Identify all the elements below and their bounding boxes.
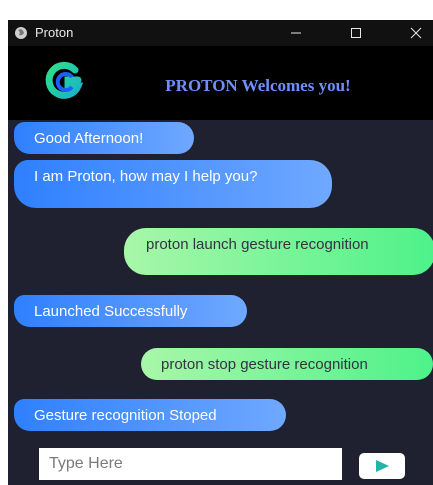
bot-message: Launched Successfully <box>14 295 247 327</box>
welcome-heading: PROTON Welcomes you! <box>165 76 351 95</box>
bot-message: Good Afternoon! <box>14 122 194 154</box>
input-bar <box>8 445 433 485</box>
app-window: Proton PROTON Welcomes you! Good Afterno… <box>8 20 433 485</box>
window-title: Proton <box>35 25 74 40</box>
title-bar[interactable]: Proton <box>8 20 433 46</box>
proton-logo-icon <box>45 61 84 99</box>
minimize-button[interactable] <box>276 20 316 46</box>
maximize-button[interactable] <box>336 20 376 46</box>
chat-area[interactable]: Good Afternoon! I am Proton, how may I h… <box>8 120 433 440</box>
bot-message: Gesture recognition Stoped <box>14 399 286 431</box>
app-globe-icon <box>15 27 27 39</box>
close-button[interactable] <box>396 20 433 46</box>
chat-header: PROTON Welcomes you! <box>8 46 433 120</box>
minimize-icon <box>291 32 301 34</box>
user-message: proton launch gesture recognition <box>124 228 433 275</box>
close-icon <box>410 27 422 39</box>
user-message: proton stop gesture recognition <box>141 348 433 380</box>
message-input[interactable] <box>39 448 342 480</box>
bot-message: I am Proton, how may I help you? <box>14 160 332 208</box>
send-button[interactable] <box>359 453 405 479</box>
send-triangle-icon <box>376 460 389 472</box>
maximize-icon <box>351 28 361 38</box>
